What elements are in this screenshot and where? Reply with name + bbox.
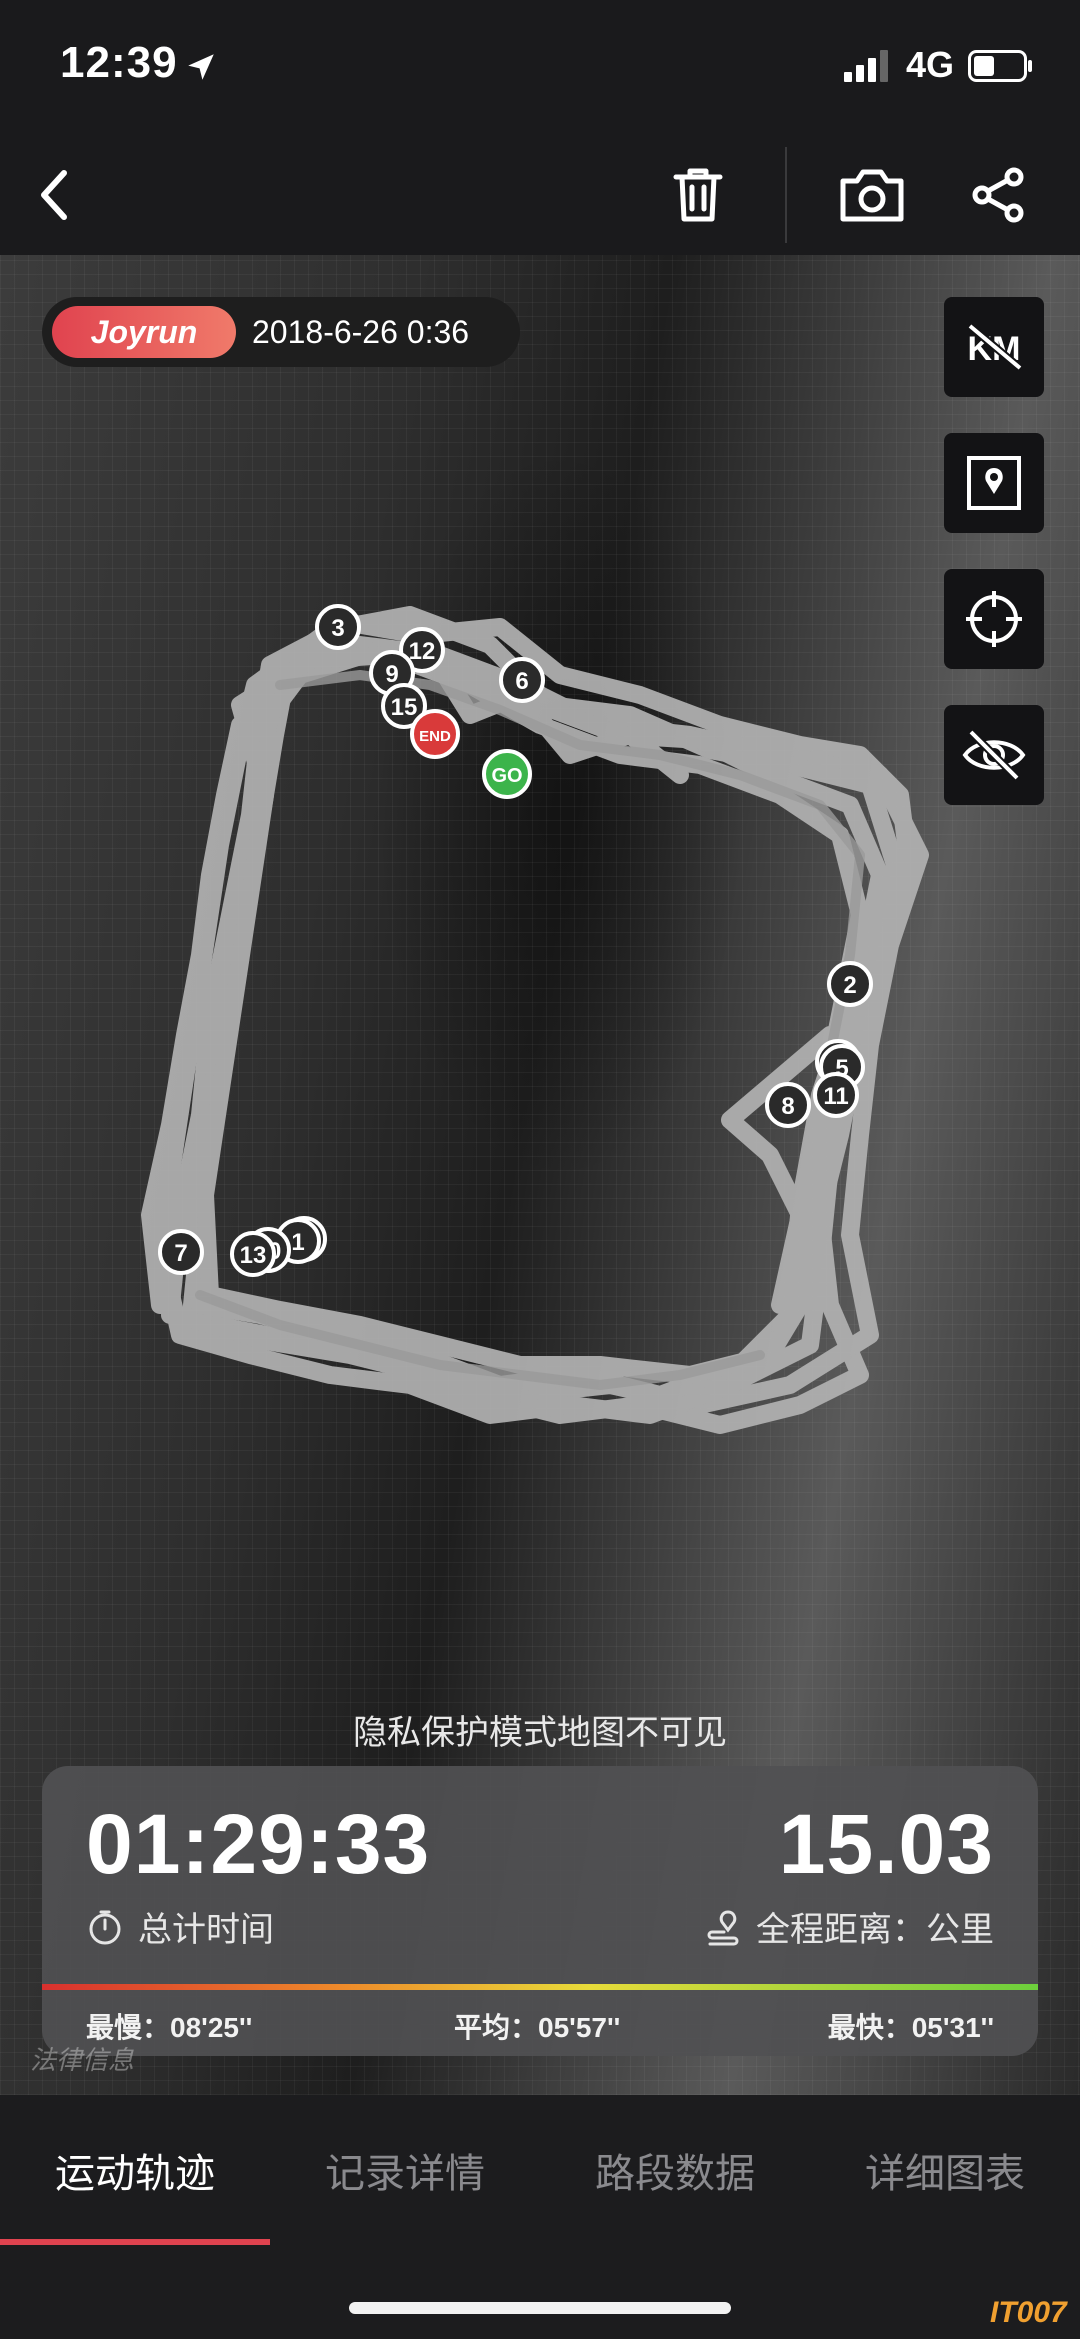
eye-off-icon (962, 729, 1026, 781)
tab-segment-data-label: 路段数据 (595, 2152, 755, 2196)
tab-detailed-charts[interactable]: 详细图表 (810, 2095, 1080, 2245)
duration-label-row: 总计时间 (86, 1902, 274, 1951)
active-tab-indicator (0, 2239, 270, 2245)
pace-gradient-bar (42, 1984, 1038, 1990)
share-icon (972, 167, 1024, 223)
chevron-left-icon (41, 170, 67, 220)
pace-average: 平均：05'57'' (454, 2006, 620, 2046)
delete-button[interactable] (658, 155, 738, 235)
svg-text:15: 15 (391, 694, 418, 721)
map-style-button[interactable] (944, 433, 1044, 533)
nav-divider (785, 147, 787, 243)
end-marker: END (410, 709, 460, 759)
recenter-button[interactable] (944, 569, 1044, 669)
tab-route-track[interactable]: 运动轨迹 (0, 2095, 270, 2245)
status-bar: 12:39 4G (0, 0, 1080, 135)
svg-text:6: 6 (515, 668, 528, 695)
km-marker-7: 7 (158, 1229, 204, 1275)
bottom-tab-bar: 运动轨迹 记录详情 路段数据 详细图表 (0, 2095, 1080, 2245)
tab-record-details-label: 记录详情 (325, 2152, 485, 2196)
share-button[interactable] (958, 155, 1038, 235)
network-type: 4G (906, 44, 955, 85)
status-time: 12:39 (60, 38, 178, 87)
trash-icon (673, 168, 723, 222)
site-watermark: IT007 (990, 2296, 1067, 2329)
svg-text:3: 3 (331, 615, 344, 642)
svg-text:1: 1 (291, 1229, 304, 1256)
pace-average-label: 平均： (454, 2012, 539, 2043)
km-marker-3: 3 (315, 604, 361, 650)
pace-fastest-value: 05'31'' (911, 2012, 994, 2043)
legal-info-watermark[interactable]: 法律信息 (30, 2040, 134, 2077)
svg-text:12: 12 (409, 638, 436, 665)
tab-detailed-charts-label: 详细图表 (865, 2152, 1025, 2196)
pace-slowest-label: 最慢： (86, 2012, 171, 2043)
crosshair-icon (966, 591, 1022, 647)
km-marker-2: 2 (827, 961, 873, 1007)
distance-value: 15.03 (778, 1797, 994, 1891)
km-marker-6: 6 (499, 657, 545, 703)
stats-card: 01:29:33 15.03 总计时间 全程距离：公里 最慢：08'25'' 平… (42, 1766, 1038, 2056)
svg-text:END: END (419, 728, 451, 745)
map-pin-icon (967, 456, 1021, 510)
duration-label: 总计时间 (138, 1911, 274, 1949)
tab-record-details[interactable]: 记录详情 (270, 2095, 540, 2245)
start-marker: GO (482, 749, 532, 799)
svg-text:GO: GO (491, 765, 522, 787)
cellular-signal-icon (844, 50, 888, 82)
pace-slowest-value: 08'25'' (170, 2012, 253, 2043)
camera-icon (840, 169, 904, 222)
location-arrow-icon (188, 54, 214, 80)
stopwatch-icon (89, 1910, 121, 1944)
km-off-icon: KM (967, 322, 1023, 372)
svg-text:2: 2 (843, 972, 856, 999)
distance-label: 全程距离：公里 (756, 1911, 994, 1949)
privacy-note: 隐私保护模式地图不可见 (353, 1714, 727, 1752)
run-info-pill: Joyrun 2018-6-26 0:36 (42, 297, 520, 367)
duration-value: 01:29:33 (86, 1797, 431, 1891)
pace-fastest: 最快：05'31'' (828, 2006, 994, 2046)
tab-route-track-label: 运动轨迹 (55, 2152, 215, 2196)
km-marker-11: 11 (813, 1072, 859, 1118)
svg-text:13: 13 (240, 1242, 267, 1269)
km-marker-13: 13 (230, 1231, 276, 1277)
privacy-toggle-button[interactable] (944, 705, 1044, 805)
svg-text:8: 8 (781, 1093, 794, 1120)
km-marker-8: 8 (765, 1082, 811, 1128)
nav-bar (0, 135, 1080, 255)
tab-segment-data[interactable]: 路段数据 (540, 2095, 810, 2245)
pace-average-value: 05'57'' (538, 2012, 621, 2043)
run-datetime: 2018-6-26 0:36 (252, 313, 470, 350)
route-pin-icon (707, 1909, 739, 1945)
back-button[interactable] (14, 155, 94, 235)
pace-fastest-label: 最快： (827, 2012, 912, 2043)
svg-text:7: 7 (174, 1240, 187, 1267)
svg-text:9: 9 (385, 661, 398, 688)
km-markers-toggle-button[interactable]: KM (944, 297, 1044, 397)
joyrun-logo: Joyrun (52, 306, 236, 358)
battery-icon (968, 50, 1032, 82)
distance-label-row: 全程距离：公里 (704, 1902, 994, 1951)
home-indicator[interactable] (349, 2302, 731, 2314)
camera-button[interactable] (832, 155, 912, 235)
svg-text:11: 11 (823, 1083, 848, 1110)
